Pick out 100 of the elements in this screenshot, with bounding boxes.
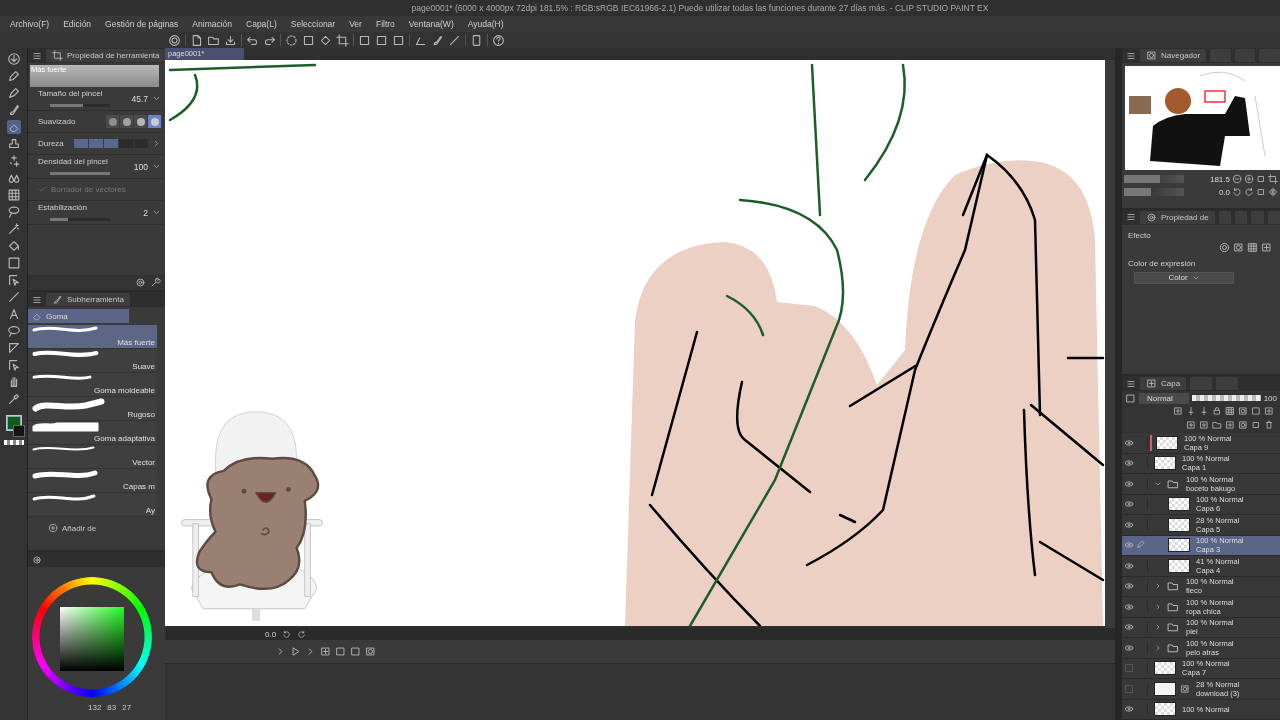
select-all-icon[interactable] <box>285 33 298 47</box>
property-value[interactable]: 45.7 <box>131 93 148 104</box>
menu-item[interactable]: Animación <box>186 16 239 32</box>
grid-icon[interactable] <box>1225 406 1235 416</box>
menu-icon[interactable] <box>1126 378 1136 389</box>
subtool-group[interactable]: Goma <box>28 309 129 323</box>
pointer-icon[interactable] <box>6 273 21 287</box>
pin-icon[interactable] <box>1186 406 1196 416</box>
eye-icon[interactable] <box>1124 704 1134 715</box>
subtool-item[interactable]: Rugoso <box>28 397 157 421</box>
mask-icon[interactable] <box>1238 420 1248 430</box>
eye-icon[interactable] <box>1124 478 1134 489</box>
menu-item[interactable]: Capa(L) <box>240 16 283 32</box>
help-icon[interactable] <box>492 33 505 47</box>
menu-item[interactable]: Edición <box>57 16 98 32</box>
mask-icon[interactable] <box>1238 406 1248 416</box>
chevron-down-icon[interactable] <box>152 94 161 103</box>
eye-icon[interactable] <box>1124 622 1134 633</box>
subtool-item[interactable]: Más fuerte <box>28 325 157 349</box>
rotate-left-icon[interactable] <box>282 629 292 639</box>
transform-icon[interactable] <box>336 33 349 47</box>
panel-tab[interactable]: Capa <box>1140 377 1187 390</box>
move-icon[interactable] <box>6 52 21 66</box>
mask-icon[interactable] <box>1233 241 1244 253</box>
chevron-down-icon[interactable] <box>152 162 161 171</box>
balloon-icon[interactable] <box>6 324 21 338</box>
opacity-slider-fill[interactable] <box>1192 395 1261 401</box>
logo-icon[interactable] <box>168 33 181 47</box>
flip-icon[interactable] <box>1268 187 1278 197</box>
menu-item[interactable]: Seleccionar <box>284 16 342 32</box>
clear-icon[interactable] <box>1251 406 1261 416</box>
new-layer-icon[interactable] <box>320 646 331 657</box>
new-layer-icon[interactable] <box>1173 406 1183 416</box>
hidden-toggle[interactable] <box>1125 664 1133 673</box>
gear-icon[interactable] <box>32 554 42 565</box>
smoothing-option[interactable] <box>106 115 119 128</box>
menu-item[interactable]: Ayuda(H) <box>461 16 510 32</box>
ruler-icon[interactable] <box>6 341 21 355</box>
plus-circle-icon[interactable] <box>48 523 58 533</box>
menu-icon[interactable] <box>1126 212 1136 222</box>
clear-icon[interactable] <box>392 33 405 47</box>
rotate-right-icon[interactable] <box>1244 187 1254 197</box>
new-layer-icon[interactable] <box>1199 420 1209 430</box>
eye-icon[interactable] <box>1124 581 1134 592</box>
blend-mode-dropdown[interactable]: Normal <box>1139 392 1189 404</box>
clear-icon[interactable] <box>302 33 315 47</box>
clear-icon[interactable] <box>375 33 388 47</box>
new-layer-icon[interactable] <box>1225 420 1235 430</box>
subtool-item[interactable]: Goma adaptativa <box>28 421 157 445</box>
subtool-item[interactable]: Suave <box>28 349 157 373</box>
phone-icon[interactable] <box>470 33 483 47</box>
menu-icon[interactable] <box>32 50 42 61</box>
brush-icon[interactable] <box>431 33 444 47</box>
rotate-left-icon[interactable] <box>1232 187 1242 197</box>
zoom-in-icon[interactable] <box>1244 174 1254 184</box>
color-square[interactable] <box>60 607 124 671</box>
color-swatch[interactable] <box>12 425 25 437</box>
hidden-toggle[interactable] <box>1125 684 1133 693</box>
hardness-meter[interactable] <box>74 139 148 148</box>
menu-item[interactable]: Archivo(F) <box>4 16 56 32</box>
eraser-icon[interactable] <box>6 120 21 134</box>
rotate-right-icon[interactable] <box>297 629 307 639</box>
pointer-icon[interactable] <box>6 358 21 372</box>
lock-icon[interactable] <box>1212 406 1222 416</box>
eye-icon[interactable] <box>1124 519 1134 530</box>
eyedropper-icon[interactable] <box>6 392 21 406</box>
trash-icon[interactable] <box>1264 420 1274 430</box>
new-layer-icon[interactable] <box>1261 241 1272 253</box>
subtool-item[interactable]: Vector <box>28 445 157 469</box>
line-icon[interactable] <box>6 290 21 304</box>
scrollbar[interactable] <box>1105 60 1115 628</box>
menu-icon[interactable] <box>1126 50 1136 61</box>
chevron-right-icon[interactable] <box>1154 643 1162 652</box>
zoom-out-icon[interactable] <box>1232 174 1242 184</box>
lasso-icon[interactable] <box>6 205 21 219</box>
pencil-icon[interactable] <box>6 86 21 100</box>
stop-icon[interactable] <box>1251 420 1261 430</box>
clear-icon[interactable] <box>335 646 346 657</box>
transparent-swatch[interactable] <box>3 440 24 445</box>
panel-tab[interactable]: Propiedad de herramienta <box>46 49 166 62</box>
menu-item[interactable]: Ver <box>343 16 368 32</box>
clear-icon[interactable] <box>350 646 361 657</box>
eye-icon[interactable] <box>1124 437 1134 448</box>
eye-icon[interactable] <box>1124 560 1134 571</box>
bucket-icon[interactable] <box>6 239 21 253</box>
eye-icon[interactable] <box>1124 601 1134 612</box>
menu-item[interactable]: Ventana(W) <box>402 16 460 32</box>
clear-icon[interactable] <box>1125 392 1136 404</box>
smoothing-option[interactable] <box>120 115 133 128</box>
chevron-right-icon[interactable] <box>152 139 161 148</box>
clear-icon[interactable] <box>358 33 371 47</box>
grid-icon[interactable] <box>6 188 21 202</box>
property-value[interactable]: 2 <box>143 207 148 218</box>
chevron-right-icon[interactable] <box>1154 602 1162 611</box>
panel-tab[interactable]: Propiedad de <box>1140 210 1215 224</box>
new-file-icon[interactable] <box>190 33 203 47</box>
menu-icon[interactable] <box>32 294 42 305</box>
eye-icon[interactable] <box>1124 458 1134 469</box>
mask-icon[interactable] <box>365 646 376 657</box>
play-icon[interactable] <box>290 646 301 657</box>
